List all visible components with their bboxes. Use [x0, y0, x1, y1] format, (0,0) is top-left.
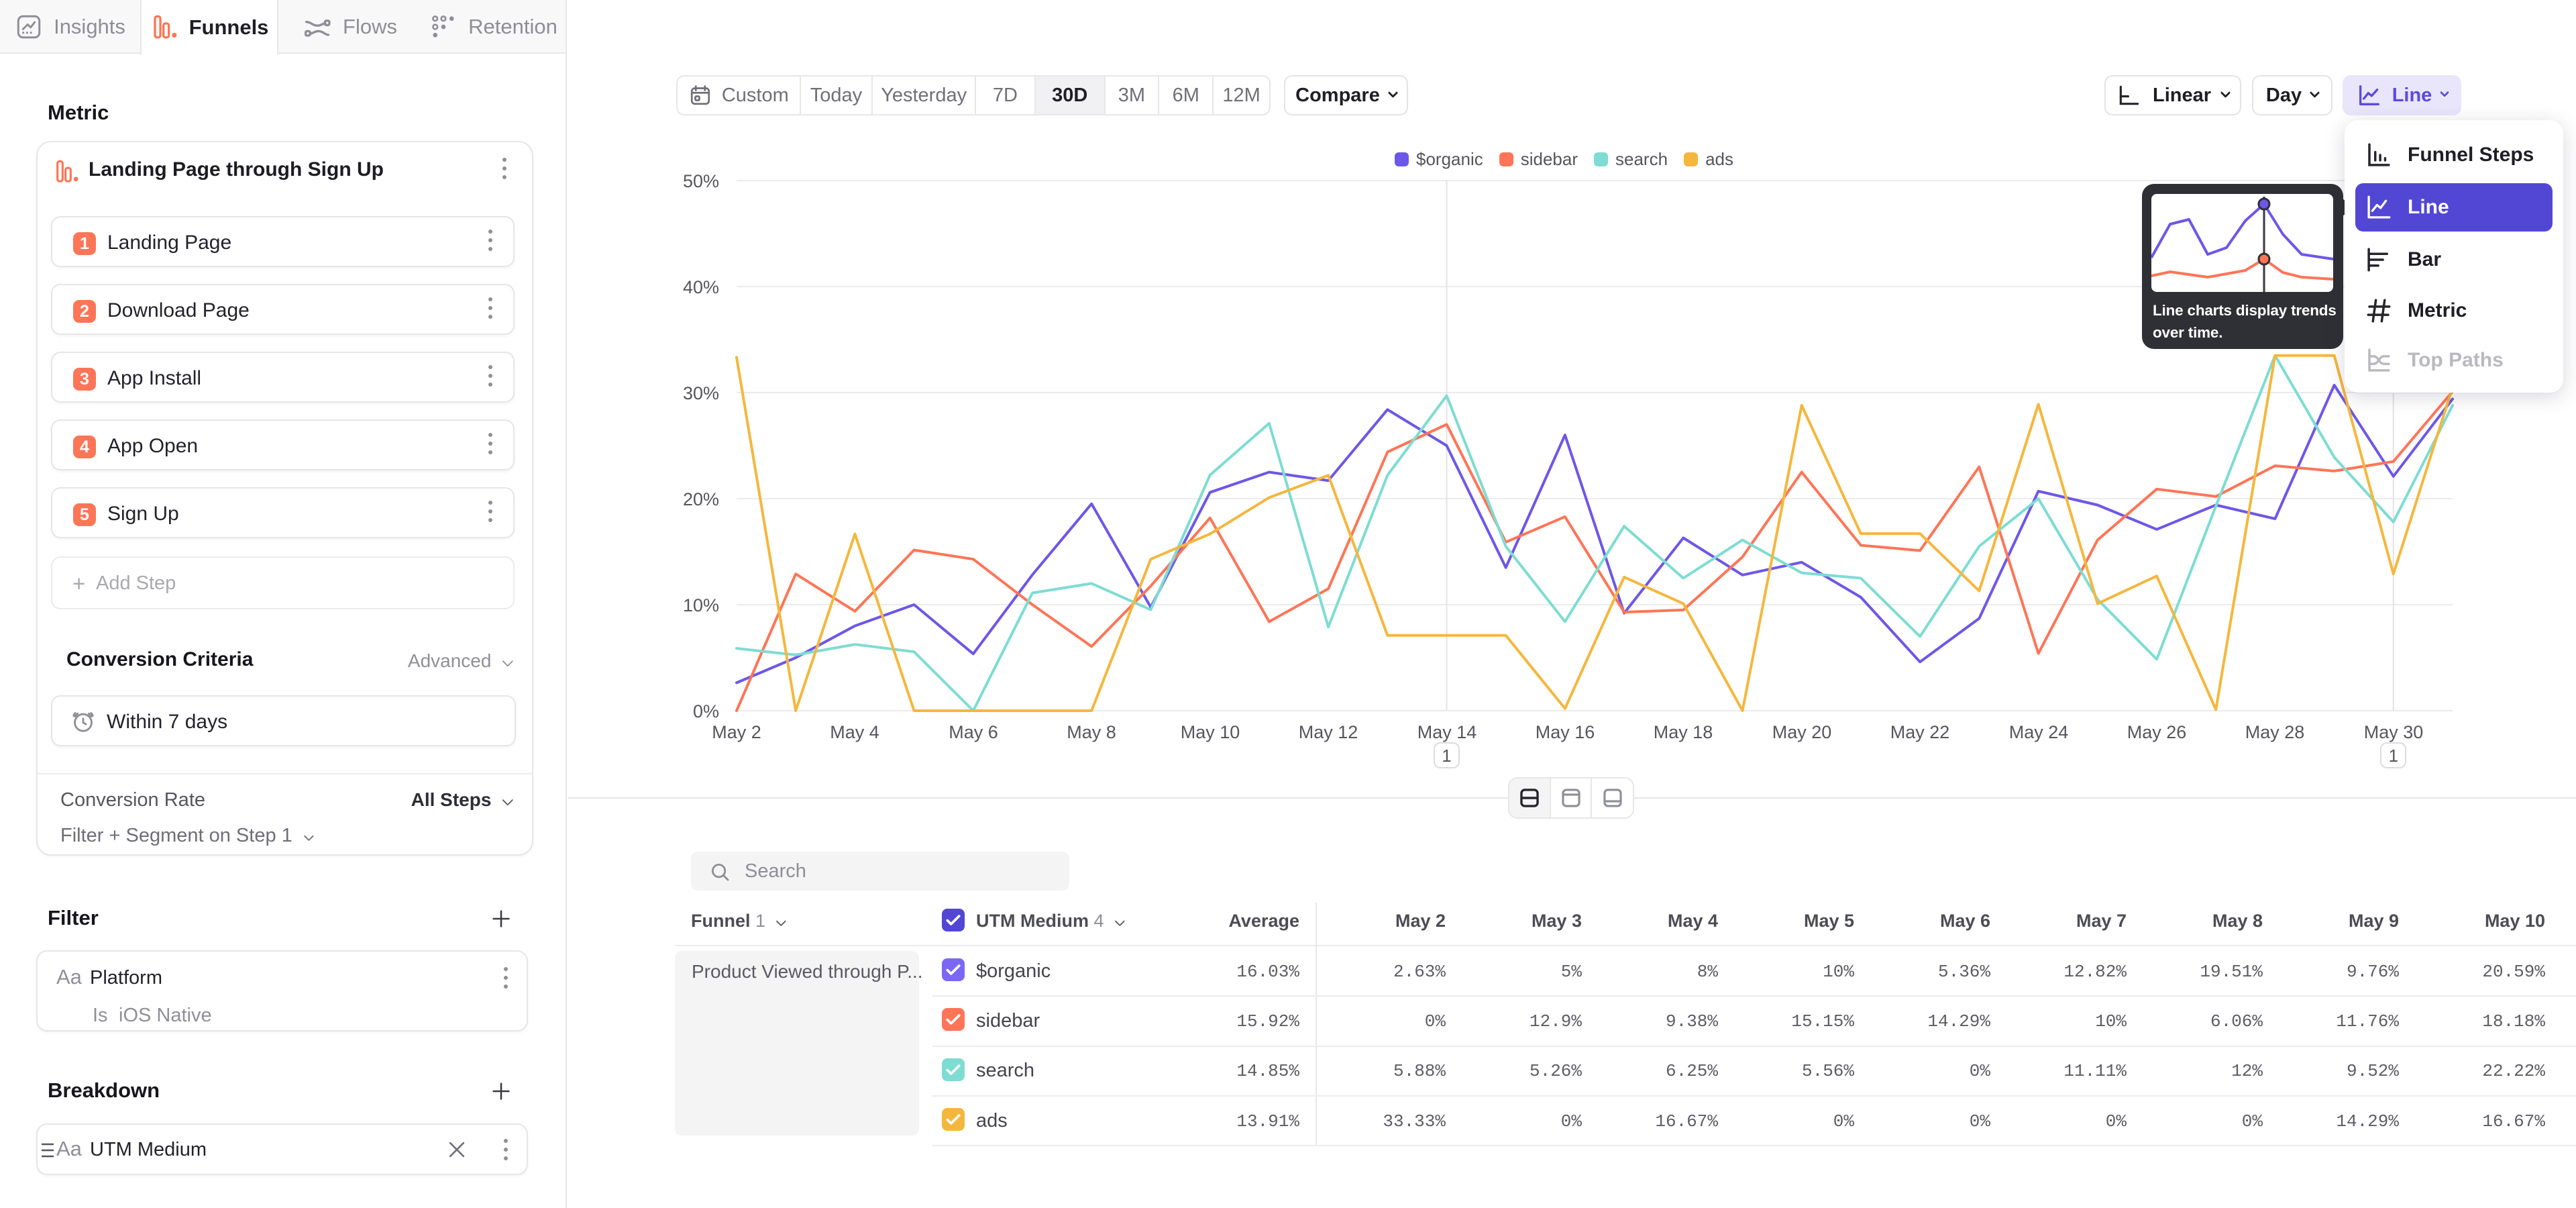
svg-text:May 24: May 24	[2009, 722, 2069, 742]
svg-text:20%: 20%	[683, 489, 719, 509]
svg-text:May 28: May 28	[2245, 722, 2305, 742]
svg-text:10%: 10%	[683, 595, 719, 615]
svg-text:May 10: May 10	[1181, 722, 1240, 742]
svg-text:May 18: May 18	[1654, 722, 1713, 742]
svg-text:1: 1	[1442, 746, 1451, 766]
svg-text:May 26: May 26	[2127, 722, 2187, 742]
svg-text:30%: 30%	[683, 383, 719, 403]
svg-text:0%: 0%	[693, 701, 719, 721]
svg-text:May 16: May 16	[1536, 722, 1595, 742]
svg-text:May 20: May 20	[1772, 722, 1832, 742]
svg-text:May 30: May 30	[2364, 722, 2424, 742]
svg-text:1: 1	[2389, 746, 2398, 766]
svg-text:May 8: May 8	[1067, 722, 1116, 742]
svg-text:May 12: May 12	[1299, 722, 1358, 742]
svg-text:May 4: May 4	[830, 722, 879, 742]
svg-text:May 22: May 22	[1890, 722, 1950, 742]
svg-text:May 14: May 14	[1417, 722, 1477, 742]
svg-text:May 2: May 2	[712, 722, 761, 742]
svg-text:May 6: May 6	[949, 722, 998, 742]
svg-text:50%: 50%	[683, 171, 719, 191]
svg-text:40%: 40%	[683, 277, 719, 297]
